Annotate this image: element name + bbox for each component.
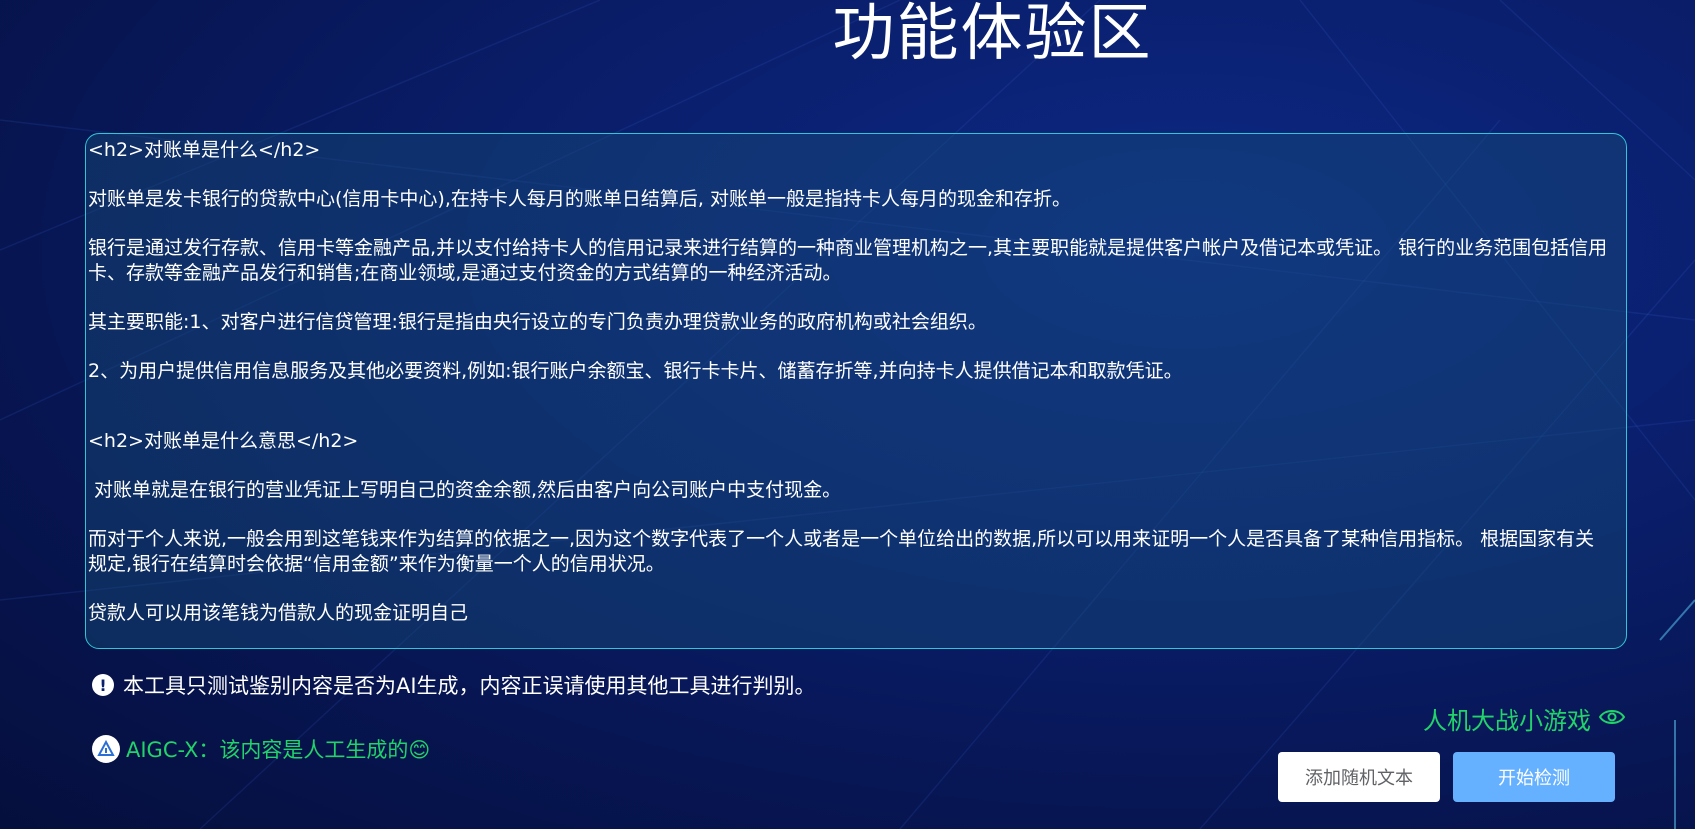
disclaimer-notice: ! 本工具只测试鉴别内容是否为AI生成，内容正误请使用其他工具进行判别。 [92,669,816,701]
paragraph: <h2>对账单是什么意思</h2> [88,430,359,452]
paragraph: 对账单就是在银行的营业凭证上写明自己的资金余额,然后由客户向公司账户中支付现金。 [88,479,842,501]
aigc-logo-icon [92,735,120,763]
paragraph: 对账单是发卡银行的贷款中心(信用卡中心),在持卡人每月的账单日结算后, 对账单一… [88,188,1071,210]
eye-icon [1598,704,1626,732]
game-link-label: 人机大战小游戏 [1423,706,1591,735]
page-title: 功能体验区 [832,0,1153,69]
text-input-area[interactable]: <h2>对账单是什么</h2> 对账单是发卡银行的贷款中心(信用卡中心),在持卡… [85,133,1627,649]
exclamation-circle-icon: ! [92,674,114,696]
add-random-text-button[interactable]: 添加随机文本 [1278,752,1440,802]
disclaimer-text: 本工具只测试鉴别内容是否为AI生成，内容正误请使用其他工具进行判别。 [123,674,816,698]
detection-result: AIGC-X：该内容是人工生成的😊 [92,732,430,766]
game-link[interactable]: 人机大战小游戏 [1423,701,1626,735]
result-text: AIGC-X：该内容是人工生成的😊 [126,738,431,762]
paragraph: 2、为用户提供信用信息服务及其他必要资料,例如:银行账户余额宝、银行卡卡片、储蓄… [88,360,1183,382]
start-detection-button[interactable]: 开始检测 [1453,752,1615,802]
paragraph: 贷款人可以用该笔钱为借款人的现金证明自己 [88,602,469,624]
paragraph: <h2>对账单是什么</h2> [88,139,321,161]
paragraph: 其主要职能:1、对客户进行信贷管理:银行是指由央行设立的专门负责办理贷款业务的政… [88,311,987,333]
paragraph: 而对于个人来说,一般会用到这笔钱来作为结算的依据之一,因为这个数字代表了一个人或… [88,528,1595,575]
paragraph: 银行是通过发行存款、信用卡等金融产品,并以支付给持卡人的信用记录来进行结算的一种… [88,237,1608,284]
